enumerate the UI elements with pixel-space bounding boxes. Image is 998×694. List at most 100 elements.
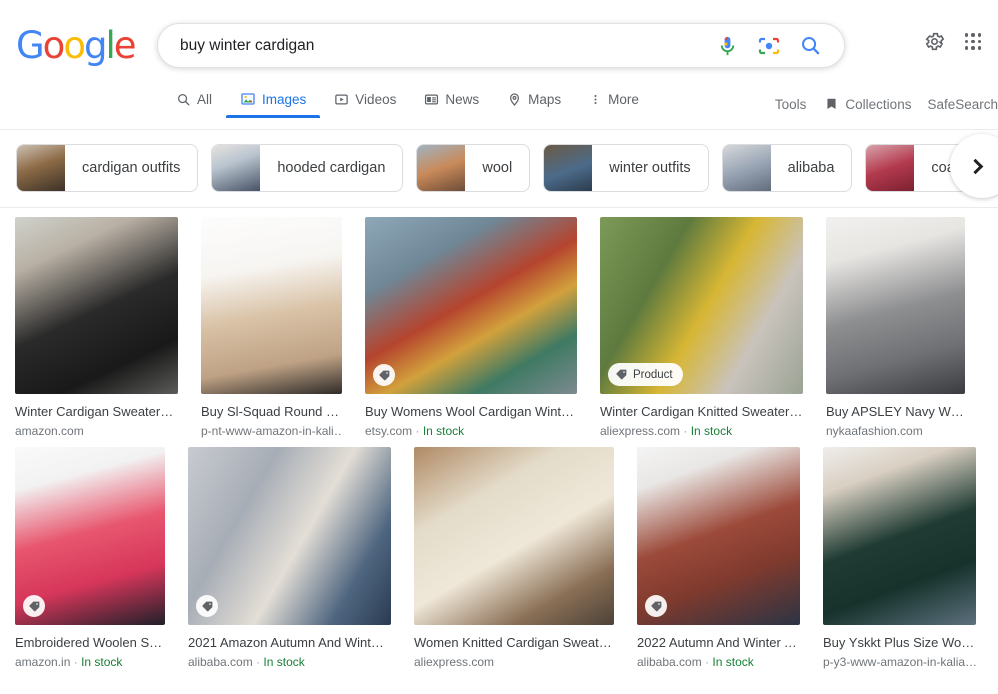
map-pin-icon xyxy=(507,92,522,107)
tab-news[interactable]: News xyxy=(410,92,493,118)
source-domain: p-y3-www-amazon-in-kalia… xyxy=(823,655,976,669)
tag-icon xyxy=(645,595,667,617)
chip-thumbnail xyxy=(17,144,65,192)
result-thumbnail[interactable] xyxy=(201,217,342,394)
search-submit-icon[interactable] xyxy=(799,34,822,57)
tag-icon xyxy=(196,595,218,617)
tab-all[interactable]: All xyxy=(168,92,226,118)
result-title[interactable]: Buy Yskkt Plus Size Wo… xyxy=(823,634,976,651)
image-result-card[interactable]: Women Knitted Cardigan Sweater… aliexpres… xyxy=(414,447,614,670)
result-thumbnail[interactable] xyxy=(188,447,391,625)
safesearch-button[interactable]: SafeSearch xyxy=(919,93,998,116)
result-thumbnail[interactable] xyxy=(365,217,577,394)
result-title[interactable]: Winter Cardigan Sweaters … xyxy=(15,403,178,420)
results-row: Winter Cardigan Sweaters …amazon.comBuy … xyxy=(0,217,998,439)
tab-maps[interactable]: Maps xyxy=(493,92,575,118)
stock-status: In stock xyxy=(691,424,732,438)
chips-scroller[interactable]: cardigan outfits hooded cardigan wool winte… xyxy=(16,144,998,192)
source-separator: · xyxy=(256,655,260,669)
image-results-grid: Winter Cardigan Sweaters …amazon.comBuy … xyxy=(0,217,998,670)
result-source: p-nt-www-amazon-in-kali… xyxy=(201,423,342,439)
result-thumbnail[interactable] xyxy=(826,217,965,394)
result-title[interactable]: Buy APSLEY Navy Wint… xyxy=(826,403,965,420)
image-result-card[interactable]: Embroidered Woolen S… amazon.in · In stoc… xyxy=(15,447,165,670)
search-bar[interactable] xyxy=(157,23,845,68)
header-actions xyxy=(923,30,982,53)
logo-letter-g2: g xyxy=(84,28,106,64)
tab-videos[interactable]: Videos xyxy=(320,92,410,118)
tag-icon xyxy=(23,595,45,617)
source-separator: · xyxy=(415,424,419,438)
collections-label: Collections xyxy=(845,97,911,112)
tab-images[interactable]: Images xyxy=(226,91,320,118)
result-source: p-y3-www-amazon-in-kalia… xyxy=(823,654,976,670)
source-domain: aliexpress.com xyxy=(600,424,680,438)
result-source: etsy.com · In stock xyxy=(365,423,577,439)
tag-icon xyxy=(615,368,628,381)
result-thumbnail[interactable]: Product xyxy=(600,217,803,394)
tab-more[interactable]: More xyxy=(575,92,653,118)
search-nav-tabs: All Images Videos xyxy=(168,91,653,118)
result-title[interactable]: 2021 Amazon Autumn And Winter… xyxy=(188,634,391,651)
image-result-card[interactable]: 2021 Amazon Autumn And Winter… alibaba.co… xyxy=(188,447,391,670)
result-title[interactable]: Winter Cardigan Knitted Sweater C… xyxy=(600,403,803,420)
logo-letter-g1: G xyxy=(16,28,43,64)
stock-status: In stock xyxy=(81,655,122,669)
result-thumbnail[interactable] xyxy=(823,447,976,625)
result-source: nykaafashion.com xyxy=(826,423,965,439)
result-source: amazon.in · In stock xyxy=(15,654,165,670)
tools-button[interactable]: Tools xyxy=(765,93,817,116)
stock-status: In stock xyxy=(712,655,753,669)
image-result-card[interactable]: Buy Yskkt Plus Size Wo… p-y3-www-amazon-i… xyxy=(823,447,976,670)
chip-label: winter outfits xyxy=(592,160,707,176)
result-title[interactable]: Embroidered Woolen S… xyxy=(15,634,165,651)
source-separator: · xyxy=(74,655,78,669)
google-logo[interactable]: Google xyxy=(16,28,135,64)
image-result-card[interactable]: Winter Cardigan Sweaters …amazon.com xyxy=(15,217,178,439)
image-result-card[interactable]: Product Winter Cardigan Knitted Sweater C… xyxy=(600,217,803,439)
result-title[interactable]: Buy Sl-Squad Round N… xyxy=(201,403,342,420)
google-lens-icon[interactable] xyxy=(757,34,781,58)
chip-thumbnail xyxy=(212,144,260,192)
result-source: alibaba.com · In stock xyxy=(188,654,391,670)
chip-label: cardigan outfits xyxy=(65,160,197,176)
source-domain: aliexpress.com xyxy=(414,655,494,669)
collections-button[interactable]: Collections xyxy=(816,92,919,116)
tag-icon xyxy=(373,364,395,386)
tab-maps-label: Maps xyxy=(528,92,561,107)
chip-wool[interactable]: wool xyxy=(416,144,530,192)
result-title[interactable]: Buy Womens Wool Cardigan Winter … xyxy=(365,403,577,420)
page-header: Google xyxy=(0,0,998,130)
logo-letter-e: e xyxy=(114,28,135,64)
gear-icon[interactable] xyxy=(923,30,946,53)
google-apps-grid-icon[interactable] xyxy=(964,33,982,51)
source-separator: · xyxy=(705,655,709,669)
chip-winter-outfits[interactable]: winter outfits xyxy=(543,144,708,192)
source-domain: amazon.in xyxy=(15,655,70,669)
result-thumbnail[interactable] xyxy=(15,217,178,394)
chip-alibaba[interactable]: alibaba xyxy=(722,144,853,192)
result-title[interactable]: Women Knitted Cardigan Sweater… xyxy=(414,634,614,651)
chip-hooded-cardigan[interactable]: hooded cardigan xyxy=(211,144,403,192)
image-result-card[interactable]: Buy APSLEY Navy Wint… nykaafashion.com xyxy=(826,217,965,439)
search-input[interactable] xyxy=(178,36,716,56)
logo-letter-o2: o xyxy=(63,28,84,64)
bookmark-icon xyxy=(824,96,839,112)
tab-videos-label: Videos xyxy=(355,92,396,107)
microphone-icon[interactable] xyxy=(716,34,739,57)
source-separator: · xyxy=(683,424,687,438)
tab-all-label: All xyxy=(197,92,212,107)
source-domain: nykaafashion.com xyxy=(826,424,923,438)
source-domain: etsy.com xyxy=(365,424,412,438)
news-icon xyxy=(424,92,439,107)
product-badge-label: Product xyxy=(633,369,673,381)
image-result-card[interactable]: Buy Sl-Squad Round N… p-nt-www-amazon-in-… xyxy=(201,217,342,439)
result-thumbnail[interactable] xyxy=(637,447,800,625)
image-result-card[interactable]: Buy Womens Wool Cardigan Winter … etsy.co… xyxy=(365,217,577,439)
result-thumbnail[interactable] xyxy=(15,447,165,625)
chip-cardigan-outfits[interactable]: cardigan outfits xyxy=(16,144,198,192)
result-thumbnail[interactable] xyxy=(414,447,614,625)
result-title[interactable]: 2022 Autumn And Winter Ava… xyxy=(637,634,800,651)
image-result-card[interactable]: 2022 Autumn And Winter Ava…alibaba.com ·… xyxy=(637,447,800,670)
chevron-right-icon xyxy=(967,158,983,174)
